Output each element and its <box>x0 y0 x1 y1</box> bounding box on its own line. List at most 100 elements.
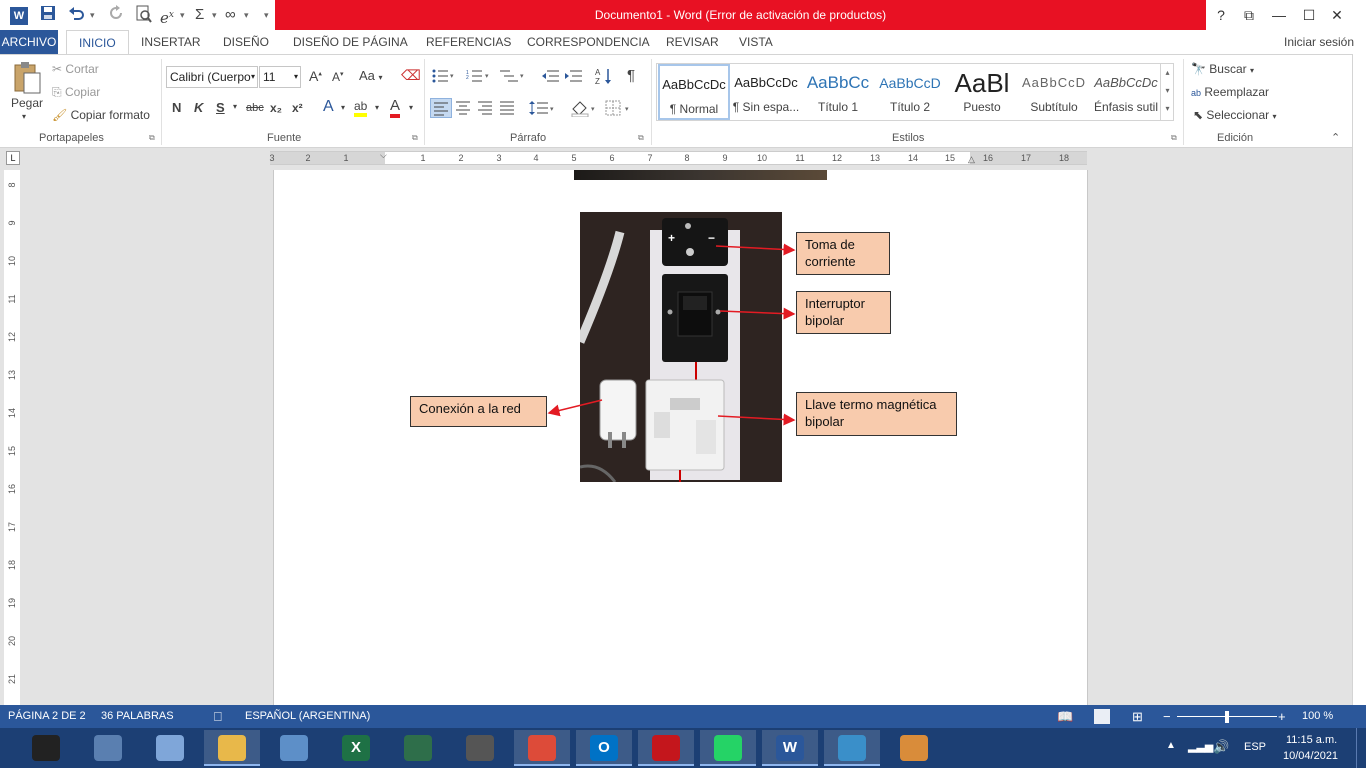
paste-dropdown-icon[interactable]: ▾ <box>22 112 26 121</box>
cut-button[interactable]: ✂ Cortar <box>52 62 99 76</box>
page-count[interactable]: PÁGINA 2 DE 2 <box>8 705 86 728</box>
tab-file[interactable]: ARCHIVO <box>0 30 58 54</box>
callout-breaker[interactable]: Llave termo magnética bipolar <box>796 392 957 436</box>
presentation-taskbar-button[interactable] <box>390 730 446 766</box>
show-desktop-button[interactable] <box>1356 728 1366 768</box>
photos-taskbar-button[interactable] <box>824 730 880 766</box>
document-page[interactable]: + − Toma de corriente Interruptor bipola… <box>273 170 1088 705</box>
notepad-taskbar-button[interactable] <box>142 730 198 766</box>
find-button[interactable]: 🔭 Buscar ▾ <box>1191 62 1254 76</box>
zoom-level[interactable]: 100 % <box>1302 705 1333 728</box>
collapse-ribbon-icon[interactable]: ⌃ <box>1331 131 1340 144</box>
underline-button[interactable]: S <box>216 100 225 115</box>
close-button[interactable]: ✕ <box>1322 0 1352 30</box>
bullets-icon[interactable]: ▾ <box>432 69 454 86</box>
print-preview-icon[interactable] <box>136 5 152 25</box>
word-app-icon[interactable]: W <box>10 5 28 25</box>
replace-button[interactable]: ab Reemplazar <box>1191 85 1269 99</box>
highlight-button[interactable]: ab <box>354 99 368 117</box>
styles-scroll[interactable]: ▴ ▾ ▾ <box>1160 64 1174 120</box>
language-status[interactable]: ESPAÑOL (ARGENTINA) <box>245 705 370 728</box>
show-formatting-button[interactable]: ¶ <box>627 67 635 84</box>
pdf-reader-taskbar-button[interactable] <box>638 730 694 766</box>
chevron-up-icon[interactable]: ▴ <box>1161 64 1174 82</box>
align-center-icon[interactable] <box>454 99 472 120</box>
sum-icon[interactable]: Σ <box>195 5 204 25</box>
vertical-ruler[interactable]: 8 9 10 11 12 13 14 15 16 17 18 19 20 21 <box>4 170 20 705</box>
callout-outlet[interactable]: Toma de corriente <box>796 232 890 275</box>
align-right-icon[interactable] <box>476 99 494 120</box>
undo-icon[interactable] <box>68 5 86 25</box>
paragraph-launcher-icon[interactable]: ⧉ <box>638 133 644 143</box>
network-icon[interactable]: ▂▃▅ <box>1188 740 1213 753</box>
equation-dropdown-icon[interactable]: ▾ <box>180 5 185 25</box>
subscript-button[interactable]: x₂ <box>270 101 282 115</box>
text-effects-button[interactable]: A <box>323 98 334 116</box>
italic-button[interactable]: K <box>194 100 203 115</box>
callout-switch[interactable]: Interruptor bipolar <box>796 291 891 334</box>
infinity-dropdown-icon[interactable]: ▾ <box>244 5 249 25</box>
read-mode-icon[interactable]: 📖 <box>1057 705 1073 728</box>
paint-taskbar-button[interactable] <box>886 730 942 766</box>
highlight-dropdown-icon[interactable]: ▾ <box>375 103 379 112</box>
increase-indent-icon[interactable] <box>564 69 582 86</box>
chevron-down-icon[interactable]: ▾ <box>1161 82 1174 100</box>
tab-mailings[interactable]: CORRESPONDENCIA <box>527 30 650 54</box>
tab-home[interactable]: INICIO <box>66 30 129 54</box>
tab-review[interactable]: REVISAR <box>666 30 719 54</box>
microphone-taskbar-button[interactable] <box>452 730 508 766</box>
numbering-icon[interactable]: 1 2 ▾ <box>466 69 490 86</box>
style-title[interactable]: AaBl Puesto <box>946 64 1018 120</box>
calculator-taskbar-button[interactable] <box>80 730 136 766</box>
print-layout-icon[interactable] <box>1094 709 1110 724</box>
more-styles-icon[interactable]: ▾ <box>1161 100 1174 118</box>
copy-button[interactable]: ⎘ Copiar <box>52 85 100 100</box>
align-left-icon[interactable] <box>430 98 452 118</box>
style-heading-2[interactable]: AaBbCcD Título 2 <box>874 64 946 120</box>
outlook-taskbar-button[interactable]: O <box>576 730 632 766</box>
infinity-icon[interactable]: ∞ <box>225 5 236 25</box>
paste-button[interactable]: Pegar <box>11 96 43 110</box>
right-indent-marker[interactable]: △ <box>968 154 975 165</box>
sign-in-link[interactable]: Iniciar sesión <box>1284 30 1354 54</box>
multilevel-list-icon[interactable]: ▾ <box>500 69 526 86</box>
help-button[interactable]: ? <box>1206 0 1236 30</box>
minimize-button[interactable]: — <box>1264 0 1294 30</box>
web-layout-icon[interactable]: ⊞ <box>1132 705 1143 728</box>
callout-mains[interactable]: Conexión a la red <box>410 396 547 427</box>
tab-insert[interactable]: INSERTAR <box>141 30 201 54</box>
whatsapp-taskbar-button[interactable] <box>700 730 756 766</box>
format-painter-button[interactable]: 🖌 Copiar formato <box>52 108 150 122</box>
tab-view[interactable]: VISTA <box>739 30 773 54</box>
styles-launcher-icon[interactable]: ⧉ <box>1171 133 1177 143</box>
shrink-font-button[interactable]: A▾ <box>332 70 344 84</box>
file-explorer-taskbar-button[interactable] <box>204 730 260 766</box>
first-line-indent-marker[interactable]: ⌵ <box>380 150 387 161</box>
justify-icon[interactable] <box>498 99 516 120</box>
proofing-icon[interactable]: ⎕ <box>214 705 222 728</box>
zoom-in-button[interactable]: + <box>1278 705 1286 728</box>
show-hidden-icons-icon[interactable]: ▲ <box>1166 740 1176 751</box>
clipboard-launcher-icon[interactable]: ⧉ <box>149 133 155 143</box>
tab-selector[interactable]: L <box>6 151 20 165</box>
ribbon-display-options-button[interactable]: ⧉ <box>1234 0 1264 30</box>
superscript-button[interactable]: x² <box>292 101 303 115</box>
clock-time[interactable]: 11:15 a.m. <box>1286 734 1337 746</box>
change-case-button[interactable]: Aa ▾ <box>359 68 383 83</box>
sort-icon[interactable]: AZ <box>595 67 613 88</box>
style-no-spacing[interactable]: AaBbCcDc ¶ Sin espa... <box>730 64 802 120</box>
clock-date[interactable]: 10/04/2021 <box>1283 750 1338 762</box>
tab-references[interactable]: REFERENCIAS <box>426 30 511 54</box>
font-size-select[interactable]: 11 ▾ <box>259 66 301 88</box>
redo-icon[interactable] <box>108 5 124 25</box>
save-icon[interactable] <box>40 5 56 25</box>
select-button[interactable]: ⬉ Seleccionar ▾ <box>1193 108 1276 122</box>
bold-button[interactable]: N <box>172 100 181 115</box>
volume-icon[interactable]: 🔊 <box>1213 739 1229 755</box>
borders-icon[interactable]: ▾ <box>604 99 632 120</box>
zoom-slider-thumb[interactable] <box>1225 711 1229 723</box>
excel-taskbar-button[interactable]: X <box>328 730 384 766</box>
customize-qat-icon[interactable]: ▾ <box>264 5 269 25</box>
horizontal-ruler[interactable]: 3 2 1 1 2 3 4 5 6 7 8 9 10 11 12 13 14 1… <box>269 150 1087 165</box>
input-language[interactable]: ESP <box>1244 741 1266 753</box>
